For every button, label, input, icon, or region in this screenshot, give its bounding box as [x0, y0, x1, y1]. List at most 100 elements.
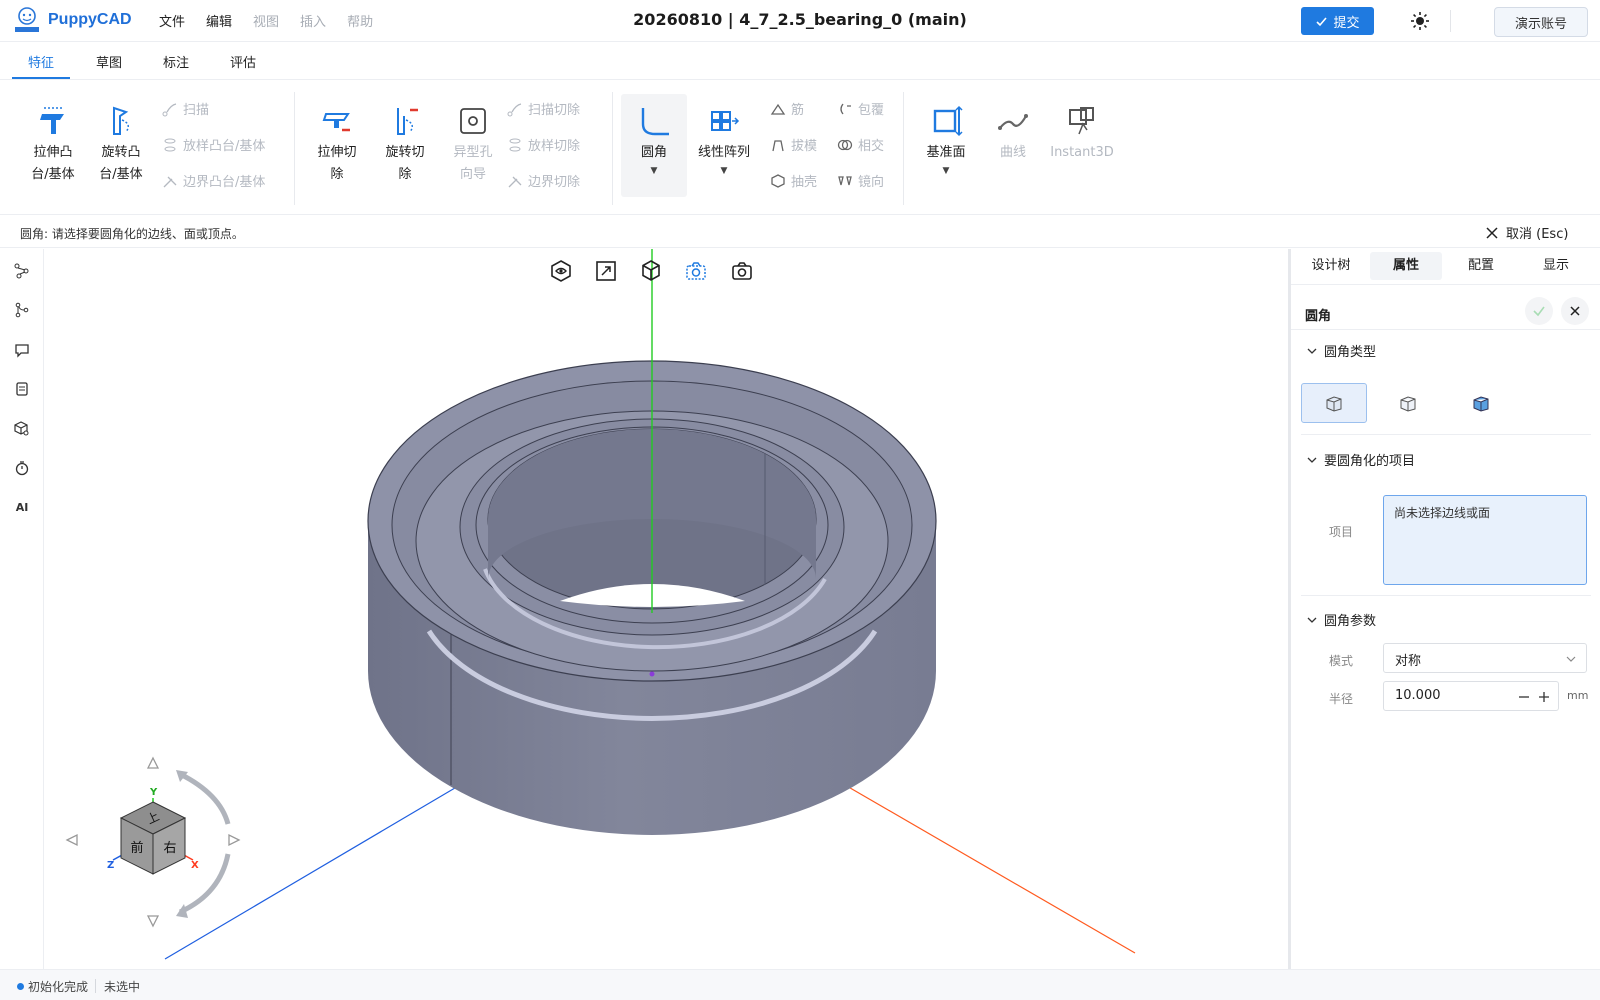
panel-divider — [1301, 434, 1591, 435]
ai-assistant-button[interactable]: AI — [12, 497, 32, 517]
branch-button[interactable] — [12, 300, 32, 320]
check-icon — [1316, 16, 1328, 26]
draft-button[interactable]: 拔模 — [770, 135, 817, 154]
section-fillet-params[interactable]: 圆角参数 — [1307, 610, 1376, 629]
items-field-label: 项目 — [1329, 525, 1354, 539]
hole-wizard-label: 异型孔 向导 — [453, 145, 493, 182]
document-list-button[interactable] — [12, 379, 32, 399]
tab-evaluate[interactable]: 评估 — [230, 52, 256, 71]
revolve-boss-icon — [113, 106, 129, 135]
confirm-button[interactable] — [1525, 297, 1553, 325]
section-fillet-items-label: 要圆角化的项目 — [1324, 454, 1416, 469]
section-camera-icon[interactable] — [684, 259, 708, 283]
fillet-type-face[interactable] — [1448, 383, 1514, 423]
view-cube-navigator[interactable]: 上 前 右 Y X Z — [60, 754, 250, 934]
fillet-button[interactable]: 圆角 ▼ — [624, 104, 684, 176]
menu-file[interactable]: 文件 — [159, 11, 185, 30]
fillet-items-selection-box[interactable]: 尚未选择边线或面 — [1383, 495, 1587, 585]
history-button[interactable] — [12, 458, 32, 478]
fillet-type-variable[interactable] — [1375, 383, 1441, 423]
command-hint-bar: 圆角: 请选择要圆角化的边线、面或顶点。 取消 (Esc) — [0, 216, 1600, 248]
extrude-boss-button[interactable]: 拉伸凸 台/基体 — [27, 104, 79, 186]
parts-library-button[interactable] — [12, 419, 32, 439]
submit-button[interactable]: 提交 — [1301, 7, 1374, 35]
tab-configuration[interactable]: 配置 — [1445, 252, 1517, 280]
view-orient-icon[interactable] — [549, 259, 573, 283]
sweep-button[interactable]: 扫描 — [162, 99, 209, 118]
tab-display[interactable]: 显示 — [1520, 252, 1592, 280]
section-fillet-items[interactable]: 要圆角化的项目 — [1307, 450, 1415, 469]
3d-viewport[interactable]: 上 前 右 Y X Z — [45, 249, 1288, 969]
tab-design-tree[interactable]: 设计树 — [1295, 252, 1367, 280]
mode-select[interactable]: 对称 — [1383, 643, 1587, 673]
plus-icon[interactable] — [1538, 691, 1550, 703]
display-style-cube-icon[interactable] — [639, 259, 663, 283]
assembly-tree-button[interactable] — [12, 261, 32, 281]
screenshot-camera-icon[interactable] — [730, 259, 754, 283]
minus-icon[interactable] — [1518, 691, 1530, 703]
intersect-button[interactable]: 相交 — [837, 135, 884, 154]
instant3d-button[interactable]: Instant3D — [1046, 104, 1118, 164]
comments-button[interactable] — [12, 340, 32, 360]
app-logo[interactable]: PuppyCAD — [12, 6, 132, 34]
radius-input[interactable]: 10.000 — [1383, 681, 1559, 711]
theme-toggle-sun-icon[interactable] — [1410, 11, 1430, 31]
tab-sketch[interactable]: 草图 — [96, 52, 122, 71]
pan-down-icon[interactable] — [146, 915, 160, 928]
boundary-boss-button[interactable]: 边界凸台/基体 — [162, 171, 265, 190]
wrap-button[interactable]: 包覆 — [837, 99, 884, 118]
reference-plane-dropdown-icon[interactable]: ▼ — [943, 166, 950, 176]
fillet-type-constant[interactable] — [1301, 383, 1367, 423]
extrude-cut-label: 拉伸切 除 — [317, 145, 357, 182]
extrude-cut-button[interactable]: 拉伸切 除 — [309, 104, 365, 186]
fillet-dropdown-icon[interactable]: ▼ — [651, 166, 658, 176]
radius-field-label: 半径 — [1329, 692, 1354, 706]
menu-edit[interactable]: 编辑 — [206, 11, 232, 30]
loft-boss-button[interactable]: 放样凸台/基体 — [162, 135, 265, 154]
pan-left-icon[interactable] — [65, 833, 78, 847]
cancel-label: 取消 (Esc) — [1506, 227, 1569, 242]
intersect-icon — [837, 139, 853, 150]
revolve-cut-label: 旋转切 除 — [385, 145, 425, 182]
zoom-fit-icon[interactable] — [594, 259, 618, 283]
status-dot-icon — [17, 983, 24, 990]
menu-insert[interactable]: 插入 — [300, 11, 326, 30]
revolve-cut-button[interactable]: 旋转切 除 — [377, 104, 433, 186]
rotate-arrow-bottom-icon[interactable] — [178, 853, 231, 915]
selection-status: 未选中 — [104, 980, 141, 994]
pan-up-icon[interactable] — [146, 756, 160, 769]
shell-button[interactable]: 抽壳 — [770, 171, 817, 190]
tab-annotation[interactable]: 标注 — [163, 52, 189, 71]
boundary-cut-button[interactable]: 边界切除 — [507, 171, 580, 190]
demo-account-button[interactable]: 演示账号 — [1494, 7, 1588, 37]
topbar-divider — [1450, 10, 1451, 32]
hole-wizard-button[interactable]: 异型孔 向导 — [445, 104, 501, 186]
puppy-logo-icon — [15, 7, 39, 32]
sweep-cut-button[interactable]: 扫描切除 — [507, 99, 580, 118]
menu-help[interactable]: 帮助 — [347, 11, 373, 30]
cancel-command-button[interactable]: 取消 (Esc) — [1486, 223, 1568, 242]
linear-pattern-button[interactable]: 线性阵列 ▼ — [692, 104, 756, 176]
curve-button[interactable]: 曲线 — [985, 104, 1041, 164]
loft-cut-icon — [509, 138, 521, 151]
boundary-boss-label: 边界凸台/基体 — [183, 175, 266, 190]
rotate-arrow-top-icon[interactable] — [178, 771, 231, 825]
chevron-down-icon — [1307, 617, 1317, 623]
extrude-cut-icon — [322, 113, 350, 132]
init-status: 初始化完成 — [17, 978, 88, 995]
tab-features[interactable]: 特征 — [28, 52, 54, 71]
tab-properties[interactable]: 属性 — [1370, 252, 1442, 280]
close-panel-button[interactable] — [1561, 297, 1589, 325]
reference-plane-button[interactable]: 基准面 ▼ — [918, 104, 974, 176]
menu-view[interactable]: 视图 — [253, 11, 279, 30]
revolve-boss-button[interactable]: 旋转凸 台/基体 — [95, 104, 147, 186]
rib-button[interactable]: 筋 — [770, 99, 804, 118]
pan-right-icon[interactable] — [228, 833, 241, 847]
view-cube-right-label: 右 — [163, 841, 176, 856]
mirror-button[interactable]: 镜向 — [837, 171, 884, 190]
section-fillet-type[interactable]: 圆角类型 — [1307, 341, 1376, 360]
linear-pattern-dropdown-icon[interactable]: ▼ — [721, 166, 728, 176]
loft-cut-button[interactable]: 放样切除 — [507, 135, 580, 154]
panel-tabs: 设计树 属性 配置 显示 — [1291, 249, 1600, 285]
curve-icon — [998, 114, 1028, 130]
